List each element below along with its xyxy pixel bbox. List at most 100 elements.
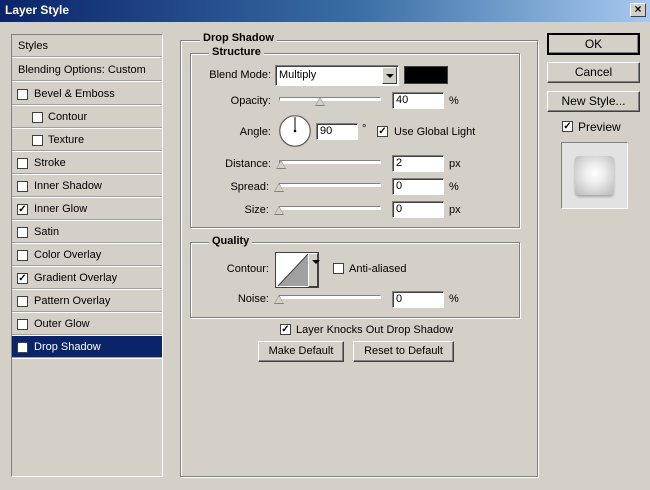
style-checkbox[interactable] — [17, 158, 28, 169]
chevron-down-icon[interactable] — [308, 253, 320, 287]
contour-label: Contour: — [226, 263, 269, 275]
style-item-label: Inner Shadow — [34, 180, 102, 192]
size-slider-track[interactable] — [279, 206, 381, 210]
blend-mode-select[interactable]: Multiply — [275, 65, 399, 86]
preview-square — [575, 156, 614, 195]
spread-unit: % — [449, 181, 459, 193]
style-item-label: Bevel & Emboss — [34, 88, 115, 100]
preview-label: Preview — [578, 120, 621, 134]
drop-shadow-title: Drop Shadow — [200, 32, 277, 44]
angle-input[interactable]: 90 — [316, 123, 358, 140]
style-item-label: Outer Glow — [34, 318, 90, 330]
angle-dial[interactable] — [278, 114, 312, 148]
style-checkbox[interactable]: ✓ — [17, 273, 28, 284]
style-checkbox[interactable] — [17, 181, 28, 192]
use-global-light-checkbox[interactable]: ✓ — [377, 126, 388, 137]
window-title: Layer Style — [5, 3, 70, 17]
style-item-label: Stroke — [34, 157, 66, 169]
preview-checkbox[interactable]: ✓ — [562, 121, 573, 132]
spread-label: Spread: — [230, 181, 269, 193]
noise-label: Noise: — [237, 293, 269, 305]
distance-unit: px — [449, 158, 461, 170]
styles-list-panel: Styles Blending Options: Custom Bevel & … — [11, 34, 163, 477]
style-item-satin[interactable]: Satin — [12, 221, 162, 244]
structure-title: Structure — [209, 46, 264, 58]
style-item-inner-shadow[interactable]: Inner Shadow — [12, 175, 162, 198]
size-unit: px — [449, 204, 461, 216]
spread-slider-track[interactable] — [279, 183, 381, 187]
style-item-label: Color Overlay — [34, 249, 102, 261]
styles-item[interactable]: Styles — [12, 35, 162, 58]
contour-picker[interactable] — [275, 252, 320, 288]
ok-button[interactable]: OK — [547, 33, 640, 55]
style-item-inner-glow[interactable]: ✓ Inner Glow — [12, 198, 162, 221]
noise-slider-track[interactable] — [279, 295, 381, 299]
style-item-drop-shadow[interactable]: ✓ Drop Shadow — [12, 336, 162, 359]
cancel-button[interactable]: Cancel — [547, 62, 640, 83]
spread-input[interactable]: 0 — [392, 178, 444, 195]
angle-unit: ° — [362, 123, 367, 135]
spread-slider-thumb[interactable] — [274, 183, 284, 192]
noise-slider-thumb[interactable] — [274, 295, 284, 304]
blend-mode-value: Multiply — [279, 69, 317, 81]
style-checkbox[interactable]: ✓ — [17, 204, 28, 215]
blending-options-item[interactable]: Blending Options: Custom — [12, 59, 162, 82]
opacity-unit: % — [449, 95, 459, 107]
distance-label: Distance: — [225, 158, 271, 170]
make-default-button[interactable]: Make Default — [258, 341, 344, 362]
noise-input[interactable]: 0 — [392, 291, 444, 308]
blend-mode-label: Blend Mode: — [209, 69, 271, 81]
style-checkbox[interactable]: ✓ — [17, 342, 28, 353]
style-checkbox[interactable] — [17, 250, 28, 261]
style-item-label: Satin — [34, 226, 60, 238]
style-checkbox[interactable] — [32, 112, 43, 123]
style-checkbox[interactable] — [17, 227, 28, 238]
style-item-texture[interactable]: Texture — [12, 129, 162, 152]
chevron-down-icon[interactable] — [382, 67, 397, 84]
anti-aliased-label: Anti-aliased — [349, 263, 407, 275]
quality-group — [190, 242, 520, 318]
opacity-label: Opacity: — [230, 95, 271, 107]
style-item-label: Gradient Overlay — [34, 272, 118, 284]
anti-aliased-checkbox[interactable] — [333, 263, 344, 274]
style-item-label: Inner Glow — [34, 203, 88, 215]
distance-slider-track[interactable] — [279, 160, 381, 164]
style-item-pattern-overlay[interactable]: Pattern Overlay — [12, 290, 162, 313]
contour-linear-icon — [277, 253, 309, 287]
size-input[interactable]: 0 — [392, 201, 444, 218]
style-item-contour[interactable]: Contour — [12, 106, 162, 129]
distance-input[interactable]: 2 — [392, 155, 444, 172]
style-checkbox[interactable] — [32, 135, 43, 146]
distance-slider-thumb[interactable] — [276, 160, 286, 169]
close-icon: × — [634, 2, 642, 16]
style-item-label: Drop Shadow — [34, 341, 101, 353]
new-style-button[interactable]: New Style... — [547, 91, 640, 112]
angle-label: Angle: — [239, 126, 271, 138]
reset-to-default-button[interactable]: Reset to Default — [353, 341, 454, 362]
style-item-label: Texture — [48, 134, 85, 146]
style-checkbox[interactable] — [17, 296, 28, 307]
style-item-bevel-emboss[interactable]: Bevel & Emboss — [12, 83, 162, 106]
style-item-color-overlay[interactable]: Color Overlay — [12, 244, 162, 267]
style-checkbox[interactable] — [17, 89, 28, 100]
opacity-slider-thumb[interactable] — [314, 97, 325, 106]
size-slider-thumb[interactable] — [274, 206, 284, 215]
style-item-gradient-overlay[interactable]: ✓ Gradient Overlay — [12, 267, 162, 290]
close-button[interactable]: × — [630, 3, 646, 17]
style-preview-swatch — [561, 142, 628, 209]
use-global-light-label: Use Global Light — [394, 126, 476, 138]
opacity-slider-track[interactable] — [279, 97, 381, 101]
style-item-label: Contour — [48, 111, 88, 123]
title-bar[interactable] — [0, 0, 650, 22]
size-label: Size: — [244, 204, 269, 216]
layer-knocks-out-label: Layer Knocks Out Drop Shadow — [296, 324, 454, 336]
angle-dial-icon — [279, 115, 311, 147]
opacity-input[interactable]: 40 — [392, 92, 444, 109]
style-checkbox[interactable] — [17, 319, 28, 330]
style-item-stroke[interactable]: Stroke — [12, 152, 162, 175]
shadow-color-swatch[interactable] — [404, 66, 448, 84]
layer-knocks-out-checkbox[interactable]: ✓ — [280, 324, 291, 335]
noise-unit: % — [449, 293, 459, 305]
style-item-outer-glow[interactable]: Outer Glow — [12, 313, 162, 336]
blending-options-label: Blending Options: Custom — [18, 64, 146, 76]
